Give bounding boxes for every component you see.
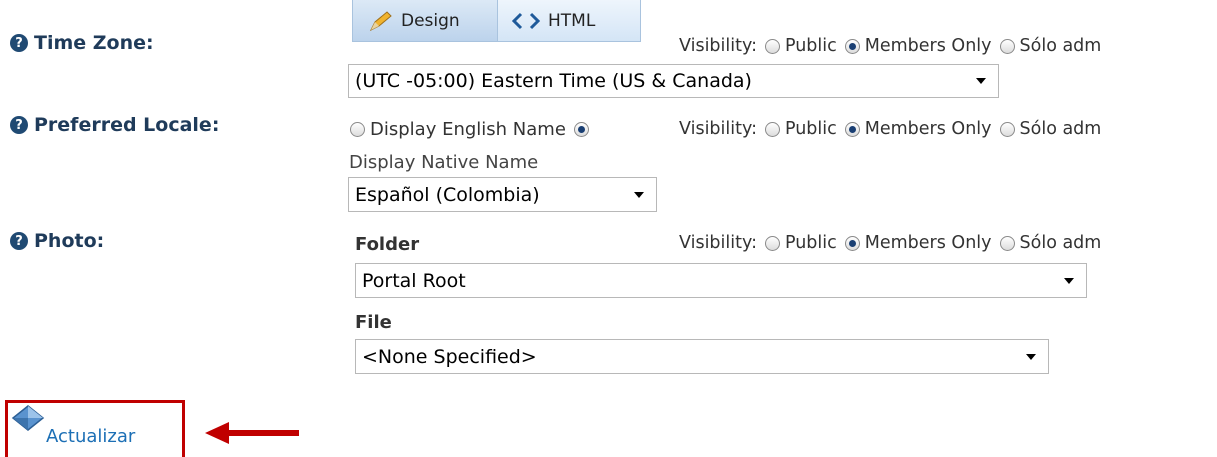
update-button[interactable]: Actualizar xyxy=(10,404,135,447)
field-label-photo: ? Photo: xyxy=(10,230,104,252)
radio-members-only[interactable] xyxy=(844,38,860,54)
arrow-left-icon xyxy=(205,422,299,444)
radio-display-english-name[interactable] xyxy=(350,122,365,137)
folder-select[interactable]: Portal Root xyxy=(355,263,1087,298)
editor-tabs: Design HTML xyxy=(352,0,641,44)
radio-public[interactable] xyxy=(764,235,780,251)
locale-select[interactable]: Español (Colombia) xyxy=(348,177,657,212)
update-icon xyxy=(11,405,45,431)
folder-label: Folder xyxy=(355,234,420,255)
display-native-name-label: Display Native Name xyxy=(349,152,539,173)
file-select[interactable]: <None Specified> xyxy=(355,339,1049,374)
chevron-down-icon xyxy=(1064,277,1074,284)
chevron-down-icon xyxy=(976,78,986,84)
file-label: File xyxy=(355,312,392,333)
radio-public[interactable] xyxy=(764,121,780,137)
radio-public[interactable] xyxy=(764,38,780,54)
visibility-row-photo: Visibility: Public Members Only Sólo adm xyxy=(679,233,1102,253)
pencil-icon xyxy=(369,10,392,31)
visibility-row-preferred-locale: Visibility: Public Members Only Sólo adm xyxy=(679,119,1102,139)
radio-display-native-name[interactable] xyxy=(573,122,589,137)
radio-members-only[interactable] xyxy=(844,235,860,251)
tab-design[interactable]: Design xyxy=(352,0,498,42)
help-icon[interactable]: ? xyxy=(10,232,28,250)
radio-members-only[interactable] xyxy=(844,121,860,137)
help-icon[interactable]: ? xyxy=(10,34,28,52)
locale-display-options: Display English Name xyxy=(350,119,594,140)
radio-admin-only[interactable] xyxy=(999,121,1015,137)
field-label-preferred-locale: ? Preferred Locale: xyxy=(10,114,219,136)
help-icon[interactable]: ? xyxy=(10,116,28,134)
time-zone-select[interactable]: (UTC -05:00) Eastern Time (US & Canada) xyxy=(348,64,999,98)
visibility-row-time-zone: Visibility: Public Members Only Sólo adm xyxy=(679,36,1102,56)
chevron-down-icon xyxy=(1026,353,1036,360)
chevron-down-icon xyxy=(634,191,644,198)
code-icon xyxy=(512,12,540,29)
radio-admin-only[interactable] xyxy=(999,38,1015,54)
radio-admin-only[interactable] xyxy=(999,235,1015,251)
tab-html[interactable]: HTML xyxy=(498,0,641,42)
field-label-time-zone: ? Time Zone: xyxy=(10,32,154,54)
